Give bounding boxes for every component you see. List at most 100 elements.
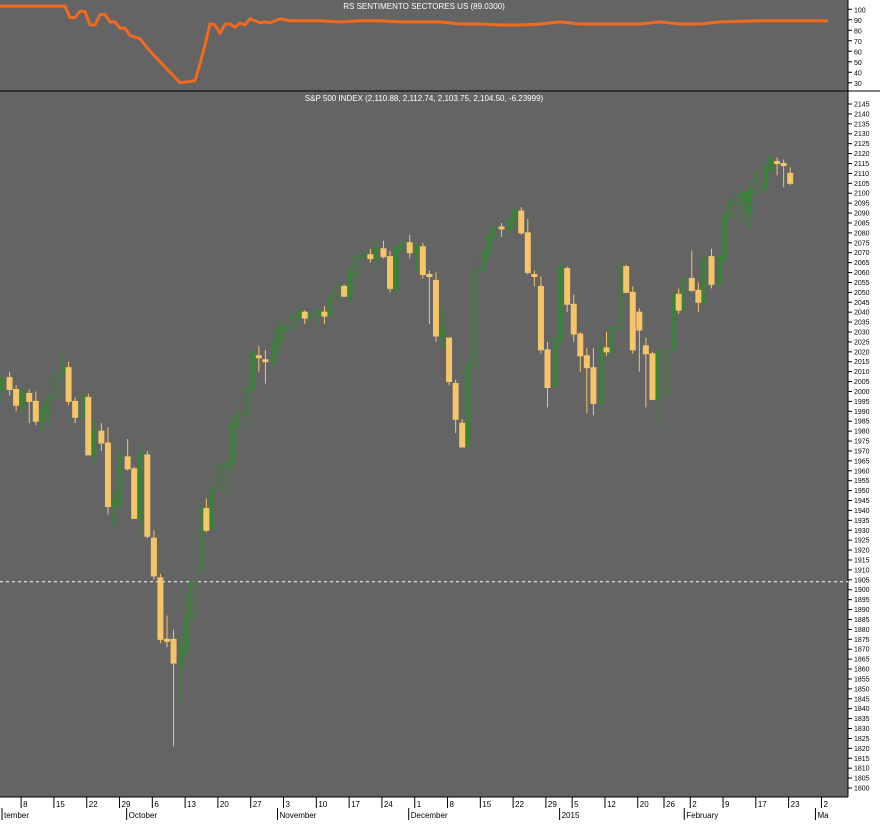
price-y-tick-label: 1965 [854,458,870,465]
time-tick-label: 20 [220,800,229,809]
time-tick-label: 8 [450,800,455,809]
time-tick-label: 1 [417,800,422,809]
price-y-tick-label: 2075 [854,240,870,247]
candle [518,207,525,235]
candle-body [583,355,590,369]
candle-body [380,248,387,258]
indicator-y-tick-label: 60 [854,49,862,56]
month-label: Ma [817,811,829,820]
price-y-tick-label: 2020 [854,349,870,356]
price-y-tick-label: 2110 [854,171,869,178]
indicator-y-tick-label: 100 [854,7,866,14]
candle [157,573,164,644]
price-y-tick-label: 2125 [854,141,870,148]
candle-body [446,337,453,383]
candle [150,530,157,580]
price-y-tick-label: 1840 [854,706,870,713]
price-y-tick-label: 2035 [854,320,870,327]
candle-body [642,345,649,355]
price-y-tick-label: 1905 [854,577,870,584]
price-y-tick-label: 2120 [854,151,870,158]
candle [419,242,426,279]
candle-body [131,468,138,519]
candle-body [537,285,544,351]
price-y-tick-label: 2115 [854,161,869,168]
price-y-tick-label: 1895 [854,597,870,604]
price-y-tick-label: 1900 [854,587,870,594]
price-y-tick-label: 1875 [854,637,870,644]
price-y-tick-label: 1925 [854,538,870,545]
time-tick-label: 2 [692,800,697,809]
price-y-tick-label: 1930 [854,528,870,535]
price-y-tick-label: 2060 [854,270,870,277]
price-y-tick-label: 2040 [854,310,870,317]
month-label: October [129,811,158,820]
chart-background [0,0,880,820]
price-y-tick-label: 1960 [854,468,870,475]
price-y-tick-label: 2090 [854,211,870,218]
candle-body [367,254,374,260]
candle-body [387,256,394,289]
price-y-tick-label: 1940 [854,508,870,515]
candle [131,466,138,519]
price-y-tick-label: 1800 [854,786,870,793]
candle-body [255,355,262,359]
time-tick-label: 10 [318,800,327,809]
candle-body [603,347,610,353]
price-y-tick-label: 1845 [854,696,870,703]
price-y-tick-label: 1820 [854,746,870,753]
price-y-tick-label: 2100 [854,191,870,198]
candle [432,272,439,342]
price-y-tick-label: 1885 [854,617,870,624]
price-y-tick-label: 1870 [854,647,870,654]
price-y-tick-label: 1990 [854,409,870,416]
chart-window: RS SENTIMENTO SECTORES US (89.0300) S&P … [0,0,880,820]
candle [446,337,453,386]
candle-body [164,638,170,642]
price-y-tick-label: 1860 [854,667,870,674]
candle-body [32,400,39,422]
candle-body [426,274,433,277]
indicator-y-tick-label: 70 [854,39,862,46]
time-tick-label: 22 [515,800,524,809]
price-y-tick-label: 1985 [854,419,870,426]
candle [65,361,72,406]
candle-body [432,279,439,337]
price-y-tick-label: 2045 [854,300,870,307]
price-y-tick-label: 1855 [854,676,870,683]
candle-body [85,396,92,456]
time-tick-label: 17 [758,800,767,809]
price-y-tick-label: 1910 [854,567,870,574]
candle-body [203,507,210,531]
price-y-tick-label: 2085 [854,220,870,227]
price-y-tick-label: 1835 [854,716,870,723]
time-tick-label: 26 [666,800,675,809]
candle-body [629,291,636,351]
time-tick-label: 15 [56,800,65,809]
candle [649,351,656,400]
candle-body [72,400,79,418]
candle-body [262,359,269,363]
time-tick-label: 12 [607,800,616,809]
price-y-tick-label: 2005 [854,379,870,386]
price-y-tick-label: 2140 [854,111,870,118]
indicator-y-tick-label: 50 [854,60,862,67]
candle-body [577,333,584,357]
price-y-tick-label: 1830 [854,726,870,733]
price-y-tick-label: 1970 [854,448,870,455]
time-tick-label: 24 [384,800,393,809]
price-y-tick-label: 1810 [854,766,870,773]
candle-body [531,274,538,277]
time-tick-label: 29 [548,800,557,809]
month-label: November [280,811,317,820]
price-y-tick-label: 2105 [854,181,870,188]
candle [623,264,630,293]
candle-body [570,303,577,335]
price-y-tick-label: 1975 [854,439,870,446]
candle [459,419,466,448]
candle-body [774,160,781,164]
price-y-tick-label: 1815 [854,756,870,763]
time-tick-label: 9 [725,800,730,809]
time-tick-label: 29 [122,800,131,809]
price-y-tick-label: 1950 [854,488,870,495]
